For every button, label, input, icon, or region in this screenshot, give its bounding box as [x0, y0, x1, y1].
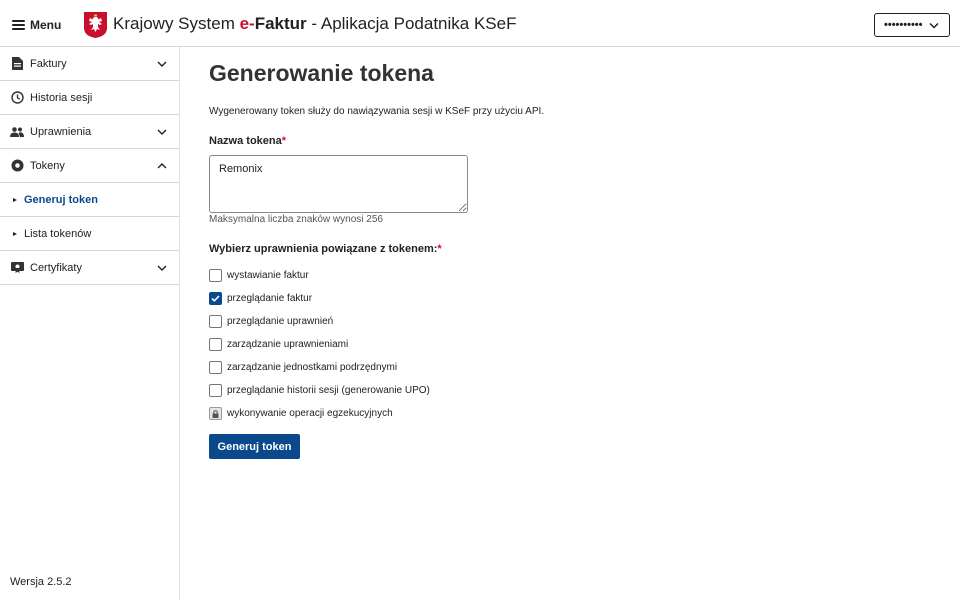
checkbox[interactable] [209, 384, 222, 397]
document-icon [10, 57, 24, 71]
sidebar-item-label: Tokeny [30, 159, 65, 172]
chevron-down-icon [929, 22, 939, 29]
sidebar-item-label: Faktury [30, 57, 67, 70]
chevron-down-icon [157, 129, 167, 135]
sidebar: Faktury Historia sesji Uprawnienia Token… [0, 47, 180, 600]
title-faktur: Faktur [254, 14, 307, 33]
permission-label: przeglądanie faktur [227, 293, 313, 304]
people-icon [10, 125, 24, 139]
permission-label: wykonywanie operacji egzekucyjnych [227, 408, 393, 419]
permissions-label-text: Wybierz uprawnienia powiązane z tokenem: [209, 243, 438, 255]
title-suffix: - Aplikacja Podatnika KSeF [306, 14, 517, 33]
permission-option-wystawianie-faktur[interactable]: wystawianie faktur [209, 264, 430, 287]
permission-label: przeglądanie historii sesji (generowanie… [227, 385, 430, 396]
token-name-input[interactable] [209, 155, 468, 213]
hamburger-icon [12, 20, 25, 30]
user-account-dropdown[interactable]: •••••••••• [874, 13, 950, 37]
sidebar-subitem-generuj-token[interactable]: Generuj token [0, 183, 179, 217]
bullet-triangle-icon [13, 197, 17, 202]
token-icon [10, 159, 24, 173]
page-title: Generowanie tokena [209, 60, 434, 86]
permission-option-przegladanie-faktur[interactable]: przeglądanie faktur [209, 287, 430, 310]
token-name-label: Nazwa tokena* [209, 135, 286, 147]
sidebar-subitem-label: Lista tokenów [24, 227, 92, 240]
title-e: e- [239, 14, 255, 33]
bullet-triangle-icon [13, 231, 17, 236]
sidebar-item-historia-sesji[interactable]: Historia sesji [0, 81, 179, 115]
clock-icon [10, 91, 24, 105]
sidebar-item-faktury[interactable]: Faktury [0, 47, 179, 81]
sidebar-subitem-lista-tokenow[interactable]: Lista tokenów [0, 217, 179, 251]
menu-label: Menu [30, 18, 62, 32]
menu-button[interactable]: Menu [12, 15, 61, 35]
permission-label: przeglądanie uprawnień [227, 316, 334, 327]
sidebar-item-uprawnienia[interactable]: Uprawnienia [0, 115, 179, 149]
generate-token-button[interactable]: Generuj token [209, 434, 300, 459]
permissions-list: wystawianie faktur przeglądanie faktur p… [209, 264, 430, 425]
permission-option-przegladanie-historii-sesji[interactable]: przeglądanie historii sesji (generowanie… [209, 379, 430, 402]
polish-eagle-emblem-icon [84, 12, 107, 38]
permission-label: wystawianie faktur [227, 270, 309, 281]
required-marker: * [437, 243, 442, 255]
sidebar-item-label: Uprawnienia [30, 125, 92, 138]
sidebar-item-tokeny[interactable]: Tokeny [0, 149, 179, 183]
checkmark-icon [211, 295, 220, 302]
token-name-label-text: Nazwa tokena [209, 135, 282, 147]
checkbox[interactable] [209, 361, 222, 374]
sidebar-item-certyfikaty[interactable]: Certyfikaty [0, 251, 179, 285]
chevron-up-icon [157, 163, 167, 169]
app-title: Krajowy System e-Faktur - Aplikacja Poda… [113, 13, 516, 35]
sidebar-item-label: Historia sesji [30, 91, 93, 104]
permission-label: zarządzanie jednostkami podrzędnymi [227, 362, 398, 373]
checkbox[interactable] [209, 269, 222, 282]
chevron-down-icon [157, 61, 167, 67]
certificate-icon [10, 261, 24, 275]
user-identifier: •••••••••• [884, 19, 923, 31]
required-marker: * [281, 135, 287, 147]
checkbox-locked [209, 407, 222, 420]
sidebar-item-label: Certyfikaty [30, 261, 82, 274]
checkbox-checked[interactable] [209, 292, 222, 305]
chevron-down-icon [157, 265, 167, 271]
permissions-label: Wybierz uprawnienia powiązane z tokenem:… [209, 243, 442, 255]
lock-icon [212, 409, 219, 418]
permission-option-zarzadzanie-uprawnieniami[interactable]: zarządzanie uprawnieniami [209, 333, 430, 356]
permission-option-przegladanie-uprawnien[interactable]: przeglądanie uprawnień [209, 310, 430, 333]
page-description: Wygenerowany token służy do nawiązywania… [209, 106, 545, 117]
permission-option-zarzadzanie-jednostkami[interactable]: zarządzanie jednostkami podrzędnymi [209, 356, 430, 379]
title-prefix: Krajowy System [113, 14, 240, 33]
app-version: Wersja 2.5.2 [10, 576, 72, 588]
permission-label: zarządzanie uprawnieniami [227, 339, 349, 350]
top-bar: Menu Krajowy System e-Faktur - Aplikacja… [0, 0, 960, 47]
token-name-hint: Maksymalna liczba znaków wynosi 256 [209, 214, 383, 225]
permission-option-operacje-egzekucyjne: wykonywanie operacji egzekucyjnych [209, 402, 430, 425]
sidebar-subitem-label: Generuj token [24, 193, 98, 206]
checkbox[interactable] [209, 338, 222, 351]
checkbox[interactable] [209, 315, 222, 328]
